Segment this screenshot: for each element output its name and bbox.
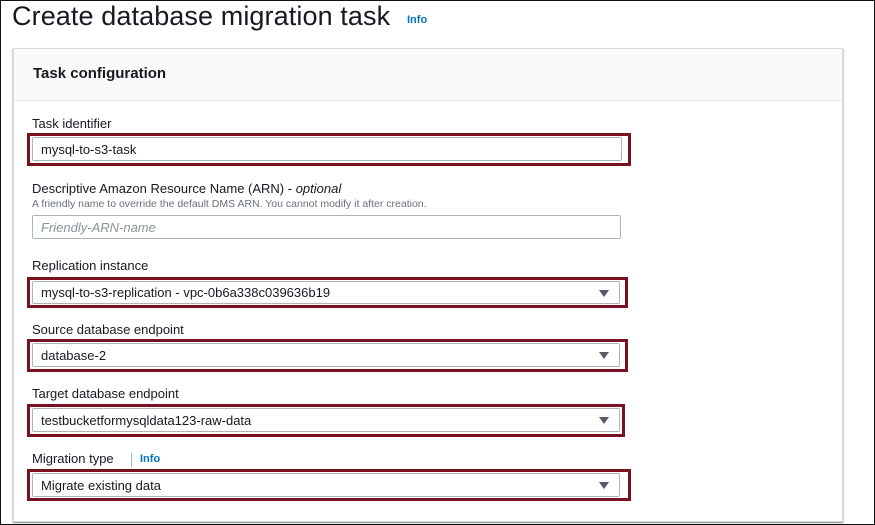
chevron-down-icon (599, 417, 609, 424)
arn-description: A friendly name to override the default … (32, 198, 427, 210)
source-endpoint-select[interactable]: database-2 (32, 343, 620, 367)
replication-instance-select[interactable]: mysql-to-s3-replication - vpc-0b6a338c03… (32, 281, 620, 304)
panel-header: Task configuration (14, 49, 842, 101)
source-endpoint-label: Source database endpoint (32, 322, 184, 337)
page-title: Create database migration task (12, 1, 391, 31)
chevron-down-icon (599, 482, 609, 489)
label-divider (131, 453, 132, 467)
page-info-link[interactable]: Info (407, 14, 427, 26)
replication-instance-value: mysql-to-s3-replication - vpc-0b6a338c03… (41, 285, 331, 300)
migration-type-info-link[interactable]: Info (140, 453, 160, 465)
source-endpoint-value: database-2 (41, 347, 107, 363)
arn-label: Descriptive Amazon Resource Name (ARN) -… (32, 181, 341, 196)
chevron-down-icon (599, 289, 609, 297)
arn-input[interactable]: Friendly-ARN-name (32, 215, 621, 239)
replication-instance-label: Replication instance (32, 258, 149, 273)
target-endpoint-label: Target database endpoint (32, 386, 179, 401)
migration-type-select[interactable]: Migrate existing data (32, 473, 620, 497)
arn-label-text: Descriptive Amazon Resource Name (ARN) - (32, 181, 296, 196)
target-endpoint-select[interactable]: testbucketformysqldata123-raw-data (32, 408, 620, 432)
chevron-down-icon (599, 352, 609, 359)
task-identifier-input[interactable]: mysql-to-s3-task (32, 137, 622, 161)
arn-optional-text: optional (295, 181, 342, 196)
task-identifier-label: Task identifier (32, 116, 112, 131)
panel-title: Task configuration (33, 65, 167, 82)
target-endpoint-value: testbucketformysqldata123-raw-data (41, 412, 252, 428)
migration-type-value: Migrate existing data (41, 477, 161, 493)
migration-type-label: Migration type (32, 451, 114, 466)
